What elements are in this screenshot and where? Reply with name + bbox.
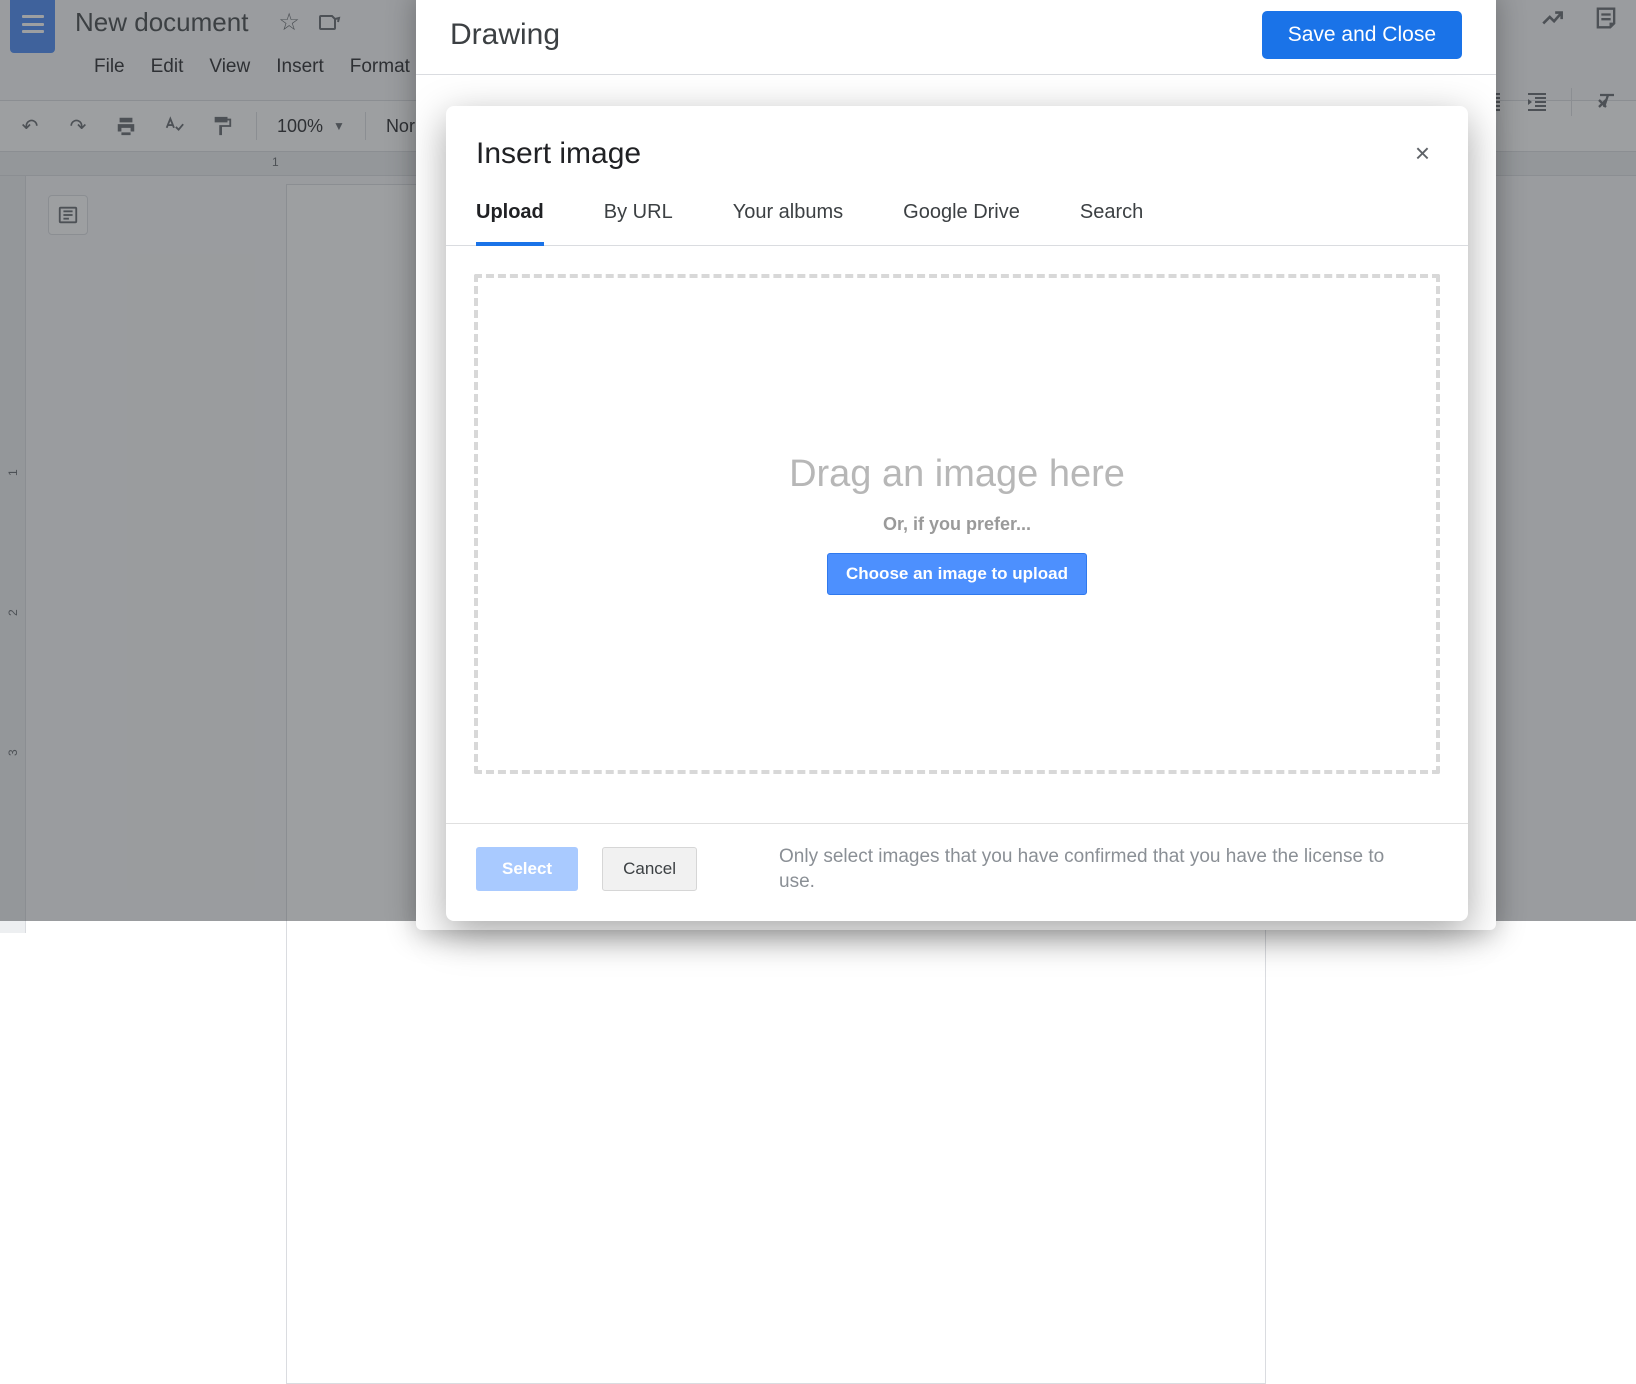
tab-by-url[interactable]: By URL (604, 201, 673, 245)
insert-image-modal: Insert image × Upload By URL Your albums… (446, 106, 1468, 921)
choose-image-button[interactable]: Choose an image to upload (827, 553, 1087, 595)
tab-your-albums[interactable]: Your albums (733, 201, 843, 245)
insert-image-header: Insert image × (446, 106, 1468, 183)
insert-image-footer: Select Cancel Only select images that yo… (446, 823, 1468, 921)
license-notice: Only select images that you have confirm… (779, 844, 1394, 895)
select-button[interactable]: Select (476, 847, 578, 891)
close-icon[interactable]: × (1407, 134, 1438, 173)
tab-search[interactable]: Search (1080, 201, 1143, 245)
drawing-toolbar (416, 74, 1496, 96)
or-prefer-text: Or, if you prefer... (883, 514, 1031, 535)
tab-google-drive[interactable]: Google Drive (903, 201, 1020, 245)
cancel-button[interactable]: Cancel (602, 847, 697, 891)
insert-image-tabs: Upload By URL Your albums Google Drive S… (446, 183, 1468, 246)
tab-upload[interactable]: Upload (476, 201, 544, 246)
upload-drop-zone[interactable]: Drag an image here Or, if you prefer... … (474, 274, 1440, 774)
save-and-close-button[interactable]: Save and Close (1262, 11, 1462, 59)
upload-panel: Drag an image here Or, if you prefer... … (446, 246, 1468, 823)
drag-image-text: Drag an image here (789, 453, 1125, 496)
drawing-modal-header: Drawing Save and Close (416, 0, 1496, 74)
insert-image-title: Insert image (476, 137, 641, 171)
drawing-modal-title: Drawing (450, 18, 560, 52)
